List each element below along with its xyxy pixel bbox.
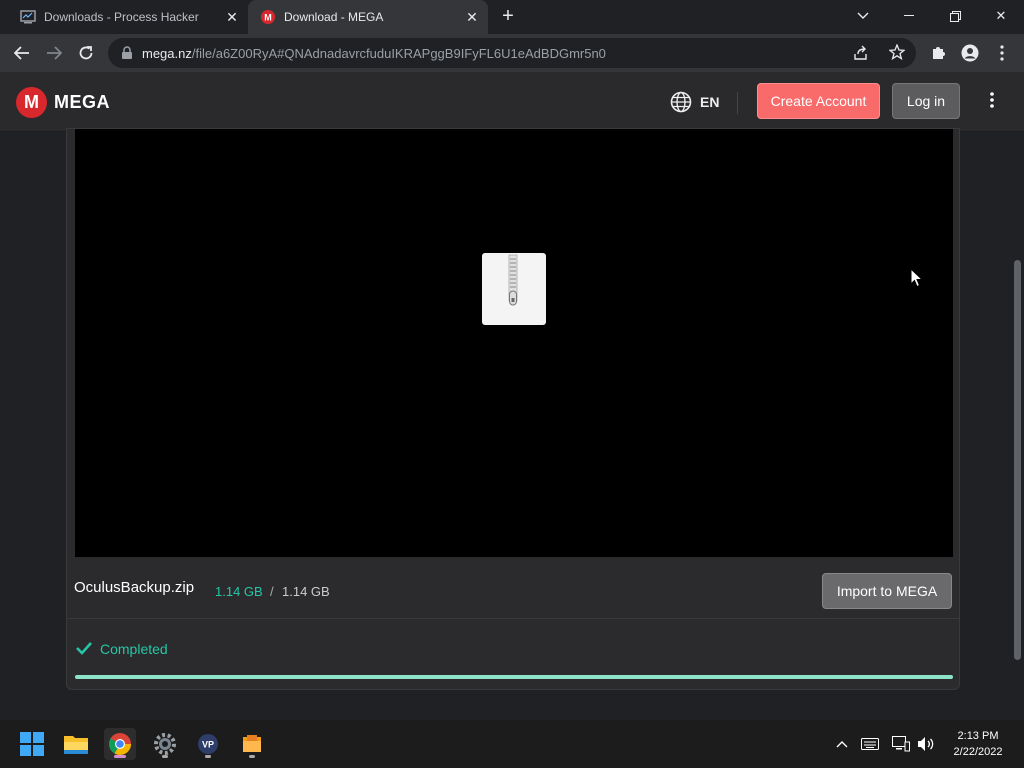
mouse-cursor-icon — [910, 267, 924, 293]
kebab-menu-icon[interactable] — [984, 92, 1000, 114]
running-indicator — [205, 755, 211, 758]
create-account-button[interactable]: Create Account — [757, 83, 880, 119]
page-scrollbar[interactable] — [1012, 132, 1024, 720]
file-explorer-icon[interactable] — [60, 728, 92, 760]
file-name: OculusBackup.zip — [74, 579, 195, 596]
import-to-mega-button[interactable]: Import to MEGA — [822, 573, 952, 609]
chrome-icon[interactable] — [104, 728, 136, 760]
tab-title: Downloads - Process Hacker — [44, 10, 199, 24]
download-status: Completed — [67, 633, 959, 673]
url-text[interactable]: mega.nz/file/a6Z00RyA#QNAdnadavrcfuduIKR… — [142, 46, 606, 61]
folder-icon[interactable] — [236, 728, 268, 760]
scroll-thumb[interactable] — [1014, 260, 1021, 660]
chevron-up-icon[interactable] — [832, 734, 852, 754]
tab-process-hacker[interactable]: Downloads - Process Hacker ✕ — [8, 0, 248, 34]
progress-fill — [75, 675, 953, 679]
minimize-button[interactable] — [886, 4, 932, 28]
browser-menu-icon[interactable] — [988, 39, 1016, 67]
language-selector[interactable]: EN — [670, 91, 719, 113]
browser-toolbar: mega.nz/file/a6Z00RyA#QNAdnadavrcfuduIKR… — [0, 34, 1024, 72]
downloaded-size: 1.14 GB — [215, 584, 263, 599]
globe-icon — [670, 91, 692, 113]
main-content: OculusBackup.zip 1.14 GB / 1.14 GB Impor… — [0, 128, 1012, 720]
bookmark-star-icon[interactable] — [888, 43, 906, 65]
size-separator: / — [270, 584, 274, 599]
close-window-button[interactable]: ✕ — [978, 4, 1024, 28]
active-indicator — [114, 755, 126, 758]
svg-text:VP: VP — [202, 740, 214, 750]
mega-logo-icon[interactable]: M — [16, 87, 47, 118]
status-text: Completed — [100, 641, 168, 657]
keyboard-icon[interactable] — [860, 734, 880, 754]
address-bar[interactable]: mega.nz/file/a6Z00RyA#QNAdnadavrcfuduIKR… — [108, 38, 916, 68]
mega-header: M MEGA EN Create Account Log in — [0, 72, 1024, 132]
lock-icon[interactable] — [120, 46, 134, 60]
vpn-icon[interactable]: VP — [192, 728, 224, 760]
mega-logo-text[interactable]: MEGA — [54, 92, 110, 113]
reload-icon[interactable] — [72, 39, 100, 67]
browser-tab-strip: Downloads - Process Hacker ✕ M Download … — [0, 0, 1024, 34]
windows-start-icon[interactable] — [16, 728, 48, 760]
close-icon[interactable]: ✕ — [464, 9, 480, 25]
tab-mega-download[interactable]: M Download - MEGA ✕ — [248, 0, 488, 34]
back-icon[interactable] — [8, 39, 36, 67]
taskbar: VP 2:13 PM 2/22/2022 — [0, 720, 1024, 768]
close-icon[interactable]: ✕ — [224, 9, 240, 25]
restore-button[interactable] — [932, 4, 978, 28]
profile-icon[interactable] — [956, 39, 984, 67]
checkmark-icon — [76, 642, 92, 655]
volume-icon[interactable] — [916, 734, 936, 754]
extensions-icon[interactable] — [924, 39, 952, 67]
settings-icon[interactable] — [149, 728, 181, 760]
mega-favicon-icon: M — [260, 9, 276, 25]
total-size: 1.14 GB — [282, 584, 330, 599]
tab-title: Download - MEGA — [284, 10, 384, 24]
running-indicator — [249, 755, 255, 758]
file-preview — [75, 129, 953, 557]
file-info-bar: OculusBackup.zip 1.14 GB / 1.14 GB Impor… — [67, 565, 959, 619]
clock-time[interactable]: 2:13 PM — [950, 730, 1006, 742]
svg-text:M: M — [264, 13, 272, 23]
share-icon[interactable] — [853, 45, 869, 66]
forward-icon[interactable] — [40, 39, 68, 67]
download-card: OculusBackup.zip 1.14 GB / 1.14 GB Impor… — [66, 128, 960, 690]
zip-file-icon — [482, 253, 546, 325]
running-indicator — [162, 755, 168, 758]
clock-date[interactable]: 2/22/2022 — [945, 746, 1011, 758]
divider — [737, 92, 738, 114]
tab-search-chevron-icon[interactable] — [840, 4, 886, 28]
new-tab-icon[interactable]: + — [498, 6, 518, 27]
login-button[interactable]: Log in — [892, 83, 960, 119]
process-hacker-icon — [20, 9, 36, 25]
language-label: EN — [700, 94, 720, 110]
progress-bar — [75, 675, 953, 679]
network-icon[interactable] — [891, 734, 911, 754]
